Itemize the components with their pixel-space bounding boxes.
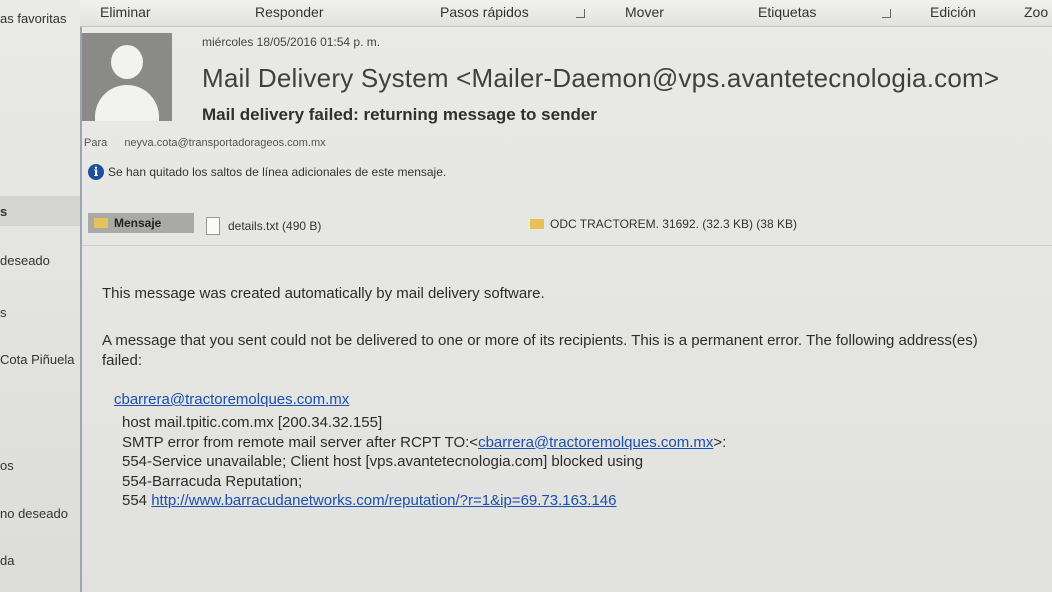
info-icon: i — [88, 164, 104, 180]
attachment-odc-label: ODC TRACTOREM. 31692. (32.3 KB) (38 KB) — [550, 217, 797, 231]
info-text: Se han quitado los saltos de línea adici… — [108, 165, 447, 179]
sender-name[interactable]: Mail Delivery System <Mailer-Daemon@vps.… — [202, 63, 999, 94]
editing-group[interactable]: Edición — [930, 4, 976, 20]
to-row: Para neyva.cota@transportadorageos.com.m… — [84, 137, 326, 149]
folder-pane: as favoritas s deseado s Cota Piñuela os… — [0, 0, 82, 592]
folder-item-favorites[interactable]: as favoritas — [0, 11, 66, 26]
tags-group[interactable]: Etiquetas — [758, 4, 816, 20]
folder-item-3[interactable]: s — [0, 305, 7, 320]
respond-group[interactable]: Responder — [255, 4, 324, 20]
message-tab[interactable]: Mensaje — [88, 213, 194, 233]
body-line-2: A message that you sent could not be del… — [102, 332, 978, 369]
diag-554b: 554-Barracuda Reputation; — [122, 472, 303, 490]
folder-item-cota[interactable]: Cota Piñuela — [0, 352, 74, 367]
folder-item-7[interactable]: da — [0, 553, 14, 568]
reputation-link[interactable]: http://www.barracudanetworks.com/reputat… — [151, 492, 616, 509]
failed-recipient-link[interactable]: cbarrera@tractoremolques.com.mx — [114, 391, 349, 408]
message-tab-label: Mensaje — [114, 216, 162, 230]
quick-steps-group[interactable]: Pasos rápidos — [440, 4, 529, 20]
header-divider — [82, 245, 1052, 246]
reading-pane: miércoles 18/05/2016 01:54 p. m. Mail De… — [82, 27, 1052, 592]
diag-smtp-line: SMTP error from remote mail server after… — [122, 433, 726, 453]
to-label: Para — [84, 137, 108, 149]
diag-554c: 554 http://www.barracudanetworks.com/rep… — [122, 491, 726, 511]
ribbon: Eliminar Responder Pasos rápidos Mover E… — [80, 0, 1052, 27]
folder-item-no-deseado[interactable]: no deseado — [0, 506, 68, 521]
diag-554a: 554-Service unavailable; Client host [vp… — [122, 453, 644, 470]
avatar-head-shape — [111, 45, 143, 79]
smtp-prefix: SMTP error from remote mail server after… — [122, 433, 479, 451]
message-date: miércoles 18/05/2016 01:54 p. m. — [202, 35, 381, 49]
smtp-suffix: >: — [713, 433, 727, 451]
avatar-body-shape — [95, 85, 159, 121]
tags-launcher-icon[interactable] — [882, 9, 891, 18]
zoom-group[interactable]: Zoo — [1024, 4, 1048, 20]
diag-host: host mail.tpitic.com.mx [200.34.32.155] — [122, 414, 383, 431]
smtp-diagnostic: host mail.tpitic.com.mx [200.34.32.155] … — [122, 413, 726, 511]
attachment-details[interactable]: details.txt (490 B) — [206, 217, 321, 235]
quick-steps-launcher-icon[interactable] — [576, 9, 585, 18]
message-subject: Mail delivery failed: returning message … — [202, 105, 597, 124]
attachment-details-label: details.txt (490 B) — [228, 219, 322, 233]
file-icon — [206, 217, 220, 235]
sender-avatar — [82, 33, 172, 121]
attachment-odc[interactable]: ODC TRACTOREM. 31692. (32.3 KB) (38 KB) — [530, 217, 797, 231]
to-recipient[interactable]: neyva.cota@transportadorageos.com.mx — [124, 137, 325, 149]
folder-item-5[interactable]: os — [0, 458, 14, 473]
folder-selected-band — [0, 196, 80, 226]
folder-item-1[interactable]: s — [0, 204, 7, 219]
smtp-email-link[interactable]: cbarrera@tractoremolques.com.mx — [478, 434, 713, 451]
folder-item-deseado[interactable]: deseado — [0, 253, 50, 268]
info-bar[interactable]: i Se han quitado los saltos de línea adi… — [88, 164, 446, 180]
body-line-1: This message was created automatically b… — [102, 285, 545, 302]
envelope-icon — [94, 218, 108, 228]
mail-attachment-icon — [530, 219, 544, 229]
diag-554c-prefix: 554 — [122, 492, 152, 509]
move-group[interactable]: Mover — [625, 4, 664, 20]
attachment-bar: Mensaje details.txt (490 B) ODC TRACTORE… — [82, 207, 1052, 237]
delete-button[interactable]: Eliminar — [100, 4, 151, 20]
